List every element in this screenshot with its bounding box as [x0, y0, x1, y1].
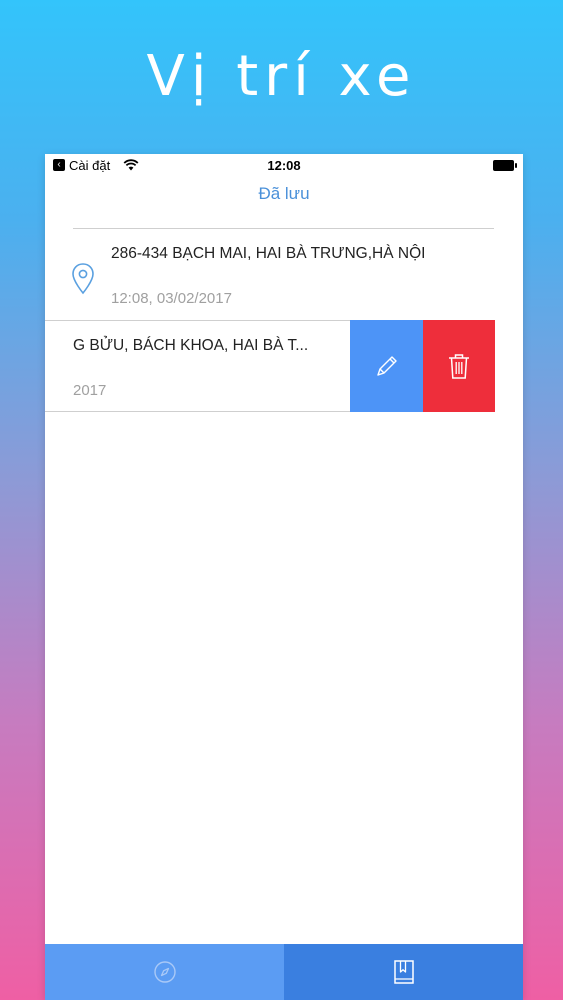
battery-icon [493, 160, 517, 171]
location-address: 286-434 BẠCH MAI, HAI BÀ TRƯNG,HÀ NỘI [111, 245, 426, 262]
page-title: Đã lưu [258, 184, 310, 203]
pencil-icon [376, 356, 397, 376]
edit-button[interactable] [350, 320, 423, 412]
phone-screen: ‹ Cài đặt 12:08 Đã lưu 286-434 BẠCH MAI,… [45, 154, 523, 1000]
list-item-content[interactable]: G BỬU, BÁCH KHOA, HAI BÀ T... 2017 [45, 320, 350, 412]
status-time: 12:08 [267, 158, 301, 173]
list-item-swiped[interactable]: G BỬU, BÁCH KHOA, HAI BÀ T... 2017 [45, 320, 495, 412]
status-bar: ‹ Cài đặt 12:08 [45, 154, 523, 178]
trash-icon [449, 354, 469, 379]
promo-title: Vị trí xe [146, 44, 417, 109]
tab-compass[interactable] [45, 944, 284, 1000]
compass-icon [153, 961, 176, 983]
tab-saved[interactable] [284, 944, 523, 1000]
list-item[interactable]: 286-434 BẠCH MAI, HAI BÀ TRƯNG,HÀ NỘI 12… [45, 229, 523, 319]
bookmark-book-icon [393, 960, 414, 984]
location-pin-icon [72, 263, 94, 295]
tab-bar [45, 944, 523, 1000]
location-time: 12:08, 03/02/2017 [111, 290, 232, 307]
delete-button[interactable] [423, 320, 495, 412]
location-address: G BỬU, BÁCH KHOA, HAI BÀ T... [73, 337, 309, 354]
location-time: 2017 [73, 382, 107, 399]
